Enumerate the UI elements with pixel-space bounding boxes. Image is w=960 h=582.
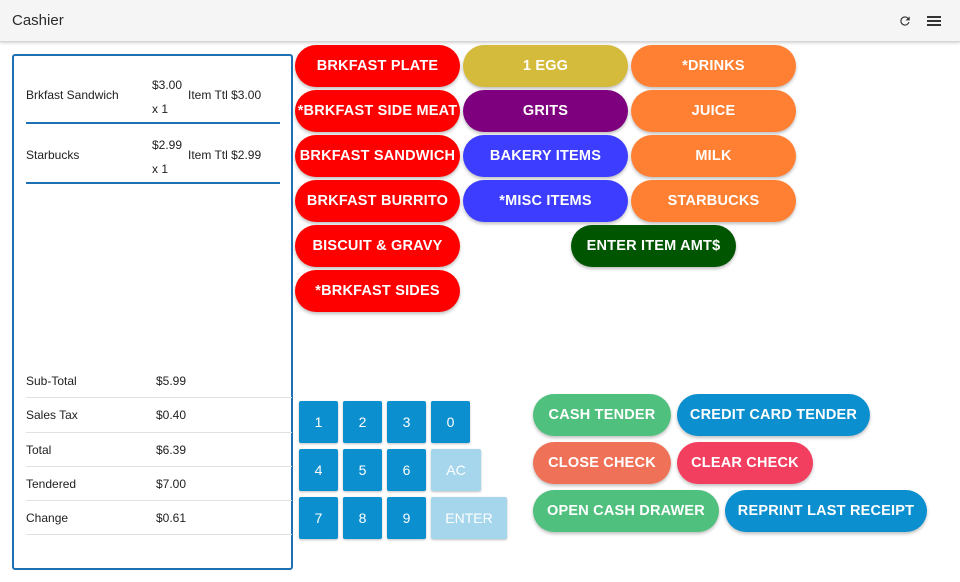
order-item-qty: x 1 xyxy=(152,102,169,116)
biscuit-gravy-button[interactable]: BISCUIT & GRAVY xyxy=(295,225,460,267)
total-row: Total $6.39 xyxy=(26,433,292,467)
open-cash-drawer-button[interactable]: OPEN CASH DRAWER xyxy=(533,490,719,532)
keypad-7-button[interactable]: 7 xyxy=(299,497,338,539)
milk-button[interactable]: MILK xyxy=(631,135,796,177)
enter-item-amount-button[interactable]: ENTER ITEM AMT$ xyxy=(571,225,736,267)
keypad-4-button[interactable]: 4 xyxy=(299,449,338,491)
order-item-price: $3.00 xyxy=(152,78,183,92)
order-item-name: Brkfast Sandwich xyxy=(26,88,119,102)
drinks-button[interactable]: *DRINKS xyxy=(631,45,796,87)
change-label: Change xyxy=(26,511,69,526)
sales-tax-value: $0.40 xyxy=(156,408,187,423)
juice-button[interactable]: JUICE xyxy=(631,90,796,132)
cash-tender-button[interactable]: CASH TENDER xyxy=(533,394,671,436)
sales-tax-label: Sales Tax xyxy=(26,408,78,423)
keypad-enter-button[interactable]: ENTER xyxy=(431,497,507,539)
brkfast-side-meat-button[interactable]: *BRKFAST SIDE MEAT xyxy=(295,90,460,132)
grits-button[interactable]: GRITS xyxy=(463,90,628,132)
refresh-icon[interactable] xyxy=(895,11,915,31)
keypad-ac-button[interactable]: AC xyxy=(431,449,481,491)
brkfast-plate-button[interactable]: BRKFAST PLATE xyxy=(295,45,460,87)
subtotal-label: Sub-Total xyxy=(26,374,77,388)
total-label: Total xyxy=(26,442,52,457)
subtotal-row: Sub-Total $5.99 xyxy=(26,364,292,399)
change-row: Change $0.61 xyxy=(26,501,292,536)
keypad-5-button[interactable]: 5 xyxy=(343,449,382,491)
order-item[interactable]: Starbucks $2.99 x 1 Item Ttl $2.99 xyxy=(26,126,280,184)
change-value: $0.61 xyxy=(156,511,187,526)
total-value: $6.39 xyxy=(156,442,187,457)
keypad-9-button[interactable]: 9 xyxy=(387,497,426,539)
keypad-8-button[interactable]: 8 xyxy=(343,497,382,539)
misc-items-button[interactable]: *MISC ITEMS xyxy=(463,180,628,222)
clear-check-button[interactable]: CLEAR CHECK xyxy=(677,442,813,484)
keypad-6-button[interactable]: 6 xyxy=(387,449,426,491)
order-totals: Sub-Total $5.99 Sales Tax $0.40 Total $6… xyxy=(26,364,292,536)
keypad-0-button[interactable]: 0 xyxy=(431,401,470,443)
order-item[interactable]: Brkfast Sandwich $3.00 x 1 Item Ttl $3.0… xyxy=(26,66,280,124)
bakery-items-button[interactable]: BAKERY ITEMS xyxy=(463,135,628,177)
brkfast-sides-button[interactable]: *BRKFAST SIDES xyxy=(295,270,460,312)
order-item-name: Starbucks xyxy=(26,148,80,162)
page-title: Cashier xyxy=(12,12,64,29)
starbucks-button[interactable]: STARBUCKS xyxy=(631,180,796,222)
order-item-qty: x 1 xyxy=(152,162,169,176)
keypad-3-button[interactable]: 3 xyxy=(387,401,426,443)
order-item-total: Item Ttl $2.99 xyxy=(188,148,262,162)
hamburger-menu-icon[interactable] xyxy=(924,11,944,31)
keypad-2-button[interactable]: 2 xyxy=(343,401,382,443)
one-egg-button[interactable]: 1 EGG xyxy=(463,45,628,87)
sales-tax-row: Sales Tax $0.40 xyxy=(26,398,292,433)
tendered-row: Tendered $7.00 xyxy=(26,467,292,502)
subtotal-value: $5.99 xyxy=(156,374,187,388)
tendered-value: $7.00 xyxy=(156,476,187,491)
order-item-price: $2.99 xyxy=(152,138,183,152)
close-check-button[interactable]: CLOSE CHECK xyxy=(533,442,671,484)
app-bar: Cashier xyxy=(0,0,960,42)
credit-card-tender-button[interactable]: CREDIT CARD TENDER xyxy=(677,394,870,436)
reprint-last-receipt-button[interactable]: REPRINT LAST RECEIPT xyxy=(725,490,927,532)
keypad-1-button[interactable]: 1 xyxy=(299,401,338,443)
order-item-total: Item Ttl $3.00 xyxy=(188,88,262,102)
brkfast-burrito-button[interactable]: BRKFAST BURRITO xyxy=(295,180,460,222)
order-panel: Brkfast Sandwich $3.00 x 1 Item Ttl $3.0… xyxy=(12,54,293,570)
tendered-label: Tendered xyxy=(26,476,77,491)
brkfast-sandwich-button[interactable]: BRKFAST SANDWICH xyxy=(295,135,460,177)
